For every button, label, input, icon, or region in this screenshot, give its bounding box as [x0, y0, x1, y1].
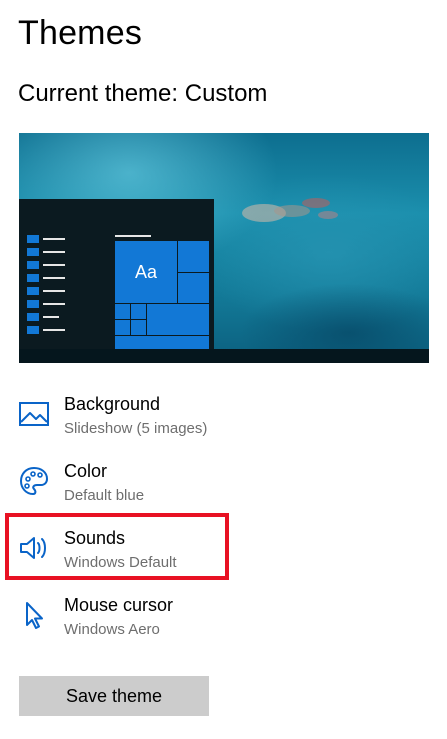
preview-app-square: [27, 248, 39, 256]
preview-taskbar: [19, 349, 429, 363]
mouse-cursor-subtitle: Windows Aero: [64, 621, 160, 638]
current-theme-label: Current theme: Custom: [18, 80, 268, 107]
background-title: Background: [64, 394, 161, 414]
mouse-cursor-setting[interactable]: Mouse cursor Windows Aero: [18, 595, 278, 649]
cursor-icon: [26, 602, 43, 629]
page-title: Themes: [18, 14, 143, 52]
preview-app-square: [27, 287, 39, 295]
preview-app-square: [27, 326, 39, 334]
theme-preview: Aa: [19, 133, 429, 363]
preview-app-square: [27, 313, 39, 321]
preview-app-line: [43, 251, 65, 253]
preview-app-square: [27, 274, 39, 282]
palette-icon: [20, 467, 48, 495]
preview-tile: [177, 240, 210, 273]
preview-tile: [146, 303, 210, 336]
preview-app-line: [43, 316, 59, 318]
preview-app-line: [43, 277, 65, 279]
preview-app-line: [43, 303, 65, 305]
preview-tile: [114, 303, 131, 320]
preview-app-square: [27, 300, 39, 308]
preview-swimmer: [242, 198, 338, 222]
preview-tile: [114, 319, 131, 336]
save-theme-button[interactable]: Save theme: [19, 676, 209, 716]
preview-tile-large: Aa: [114, 240, 178, 304]
background-subtitle: Slideshow (5 images): [64, 420, 208, 437]
preview-tile: [130, 303, 147, 320]
sounds-highlight-box: [5, 513, 229, 580]
picture-icon: [19, 402, 49, 426]
color-setting[interactable]: Color Default blue: [18, 461, 278, 515]
preview-tile: [177, 272, 210, 304]
color-subtitle: Default blue: [64, 487, 145, 504]
preview-tile-header: [115, 235, 151, 237]
preview-app-square: [27, 235, 39, 243]
preview-app-square: [27, 261, 39, 269]
preview-start-menu: Aa: [19, 199, 214, 350]
preview-app-line: [43, 329, 65, 331]
preview-app-line: [43, 290, 65, 292]
preview-tile: [130, 319, 147, 336]
background-setting[interactable]: Background Slideshow (5 images): [18, 394, 278, 448]
color-title: Color: [64, 461, 108, 481]
preview-app-line: [43, 238, 65, 240]
preview-tile: [114, 335, 210, 350]
mouse-cursor-title: Mouse cursor: [64, 595, 174, 615]
preview-app-line: [43, 264, 65, 266]
